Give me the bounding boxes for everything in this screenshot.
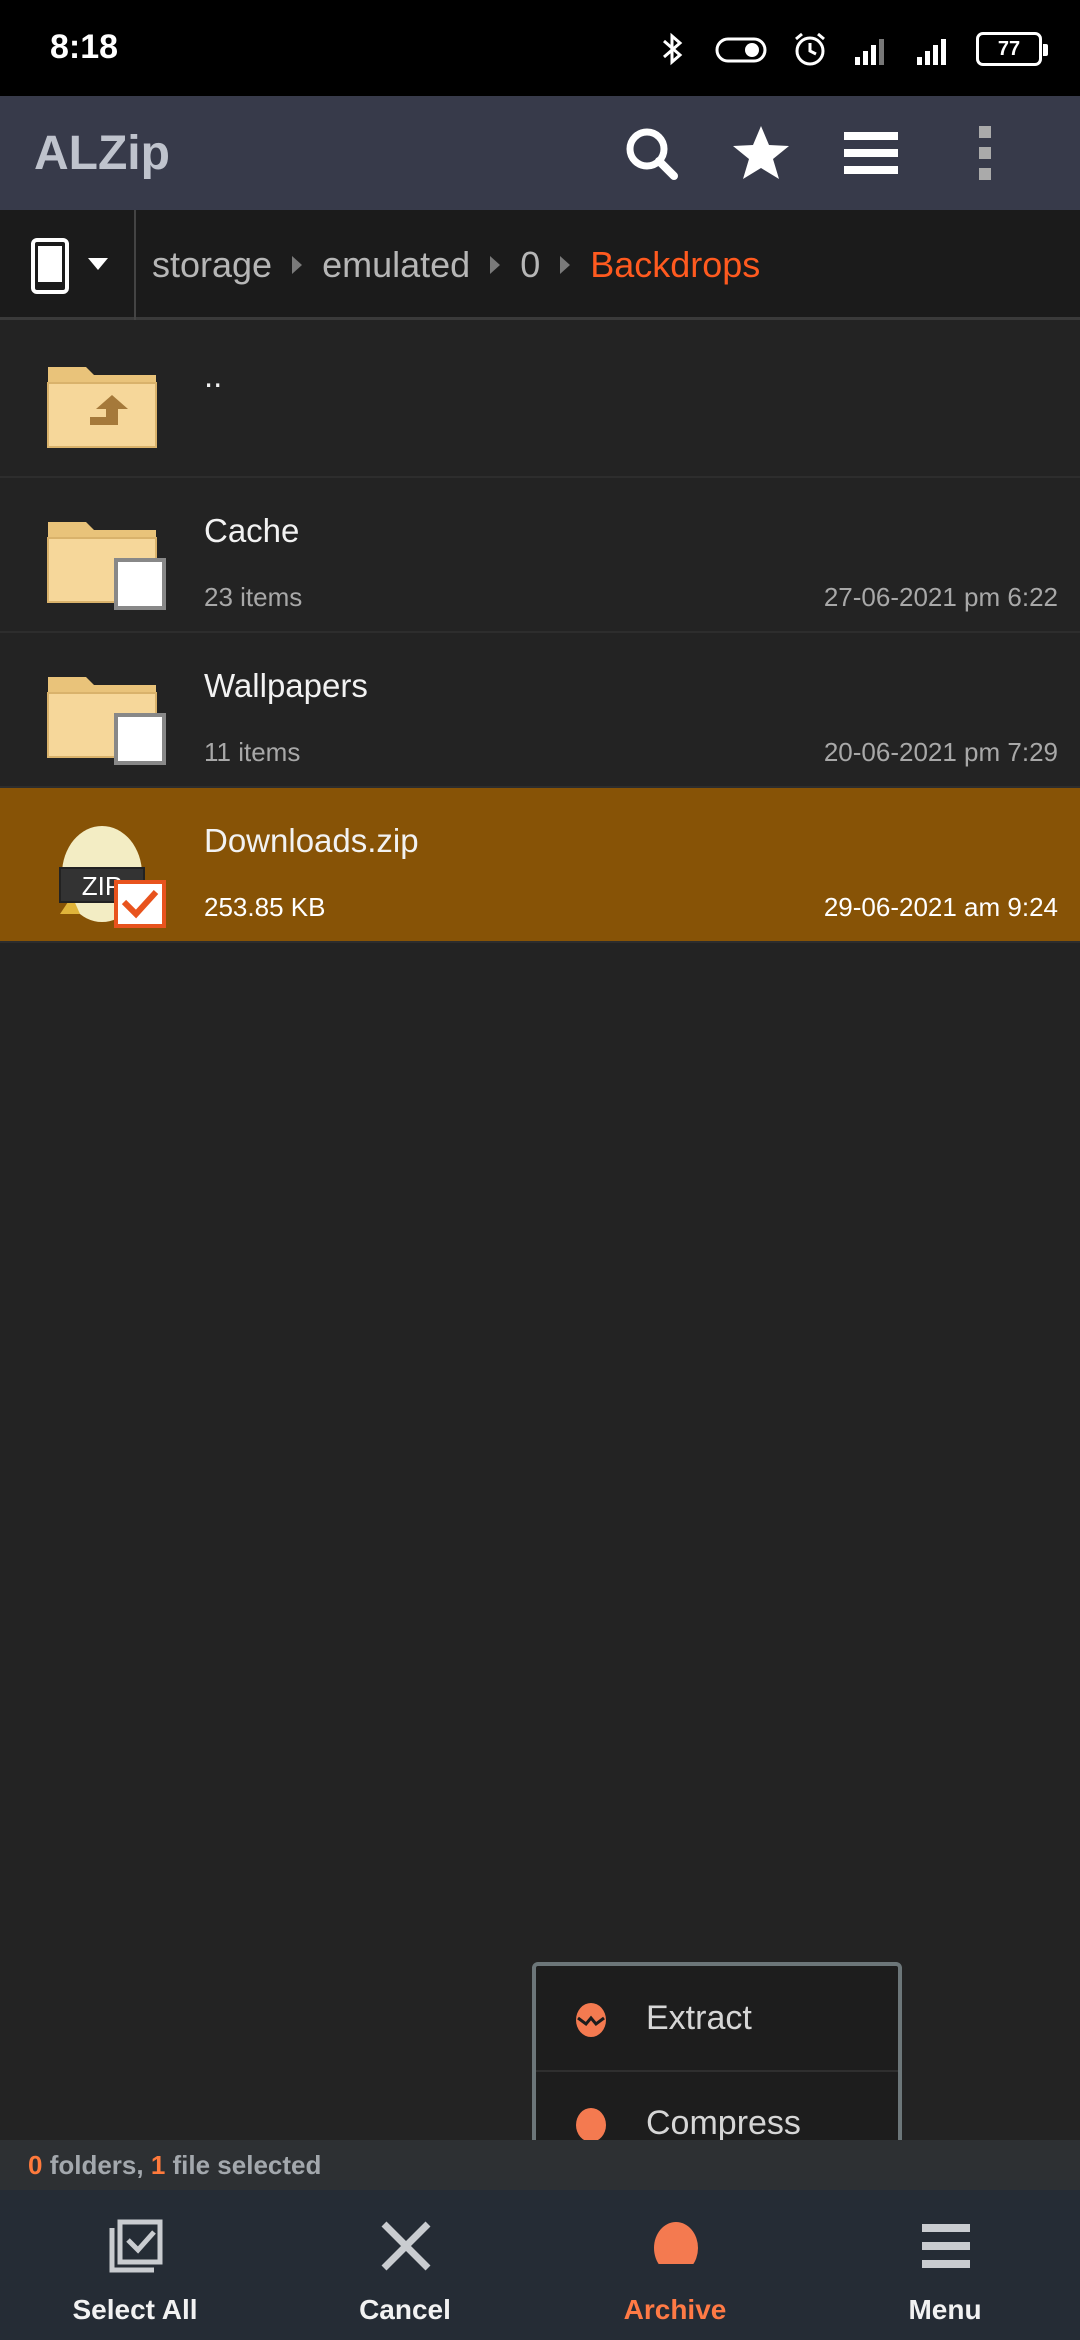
signal-icon	[855, 39, 884, 65]
search-icon[interactable]	[620, 122, 682, 184]
status-time: 8:18	[50, 28, 119, 66]
cancel-button[interactable]: Cancel	[270, 2190, 540, 2340]
list-item-cache[interactable]: Cache 23 items 27-06-2021 pm 6:22	[0, 478, 1080, 633]
archive-button[interactable]: Archive	[540, 2190, 810, 2340]
file-meta: 23 items	[204, 582, 303, 612]
files-text: file selected	[165, 2150, 322, 2180]
chevron-right-icon	[292, 256, 303, 274]
folder-count: 0	[28, 2150, 43, 2180]
list-item-parent[interactable]: ..	[0, 323, 1080, 478]
file-name: Downloads.zip	[204, 822, 419, 859]
file-count: 1	[150, 2150, 166, 2180]
menu-icon	[922, 2224, 970, 2268]
file-name: Cache	[204, 512, 300, 549]
menu-item-label: Compress	[646, 2103, 801, 2142]
parent-folder-icon	[47, 367, 157, 448]
signal-icon	[917, 39, 946, 65]
breadcrumb-emulated[interactable]: emulated	[322, 244, 470, 286]
breadcrumb-path: storage emulated 0 Backdrops	[152, 210, 760, 320]
toggle-icon	[715, 37, 767, 63]
select-all-button[interactable]: Select All	[0, 2190, 270, 2340]
list-icon[interactable]	[840, 122, 902, 184]
breadcrumb-storage[interactable]: storage	[152, 244, 272, 286]
phone-icon	[31, 238, 108, 294]
file-date: 27-06-2021 pm 6:22	[823, 582, 1058, 612]
nav-label: Select All	[72, 2294, 198, 2325]
close-icon	[381, 2221, 431, 2271]
file-name: Wallpapers	[204, 667, 368, 704]
nav-label: Archive	[623, 2294, 727, 2325]
compress-icon	[576, 2108, 606, 2142]
archive-icon	[654, 2222, 698, 2274]
app-title: ALZip	[34, 127, 170, 180]
more-vert-icon[interactable]	[970, 122, 1000, 184]
breadcrumb-0[interactable]: 0	[520, 244, 540, 286]
bottom-nav: Select All Cancel Archive Menu	[0, 2190, 1080, 2340]
list-item-wallpapers[interactable]: Wallpapers 11 items 20-06-2021 pm 7:29	[0, 633, 1080, 788]
select-all-icon	[109, 2219, 163, 2273]
file-name: ..	[204, 357, 223, 394]
menu-button[interactable]: Menu	[810, 2190, 1080, 2340]
chevron-right-icon	[560, 256, 571, 274]
file-date: 29-06-2021 am 9:24	[823, 892, 1058, 922]
folders-text: folders,	[42, 2150, 151, 2180]
nav-label: Menu	[908, 2294, 982, 2325]
alarm-icon	[795, 32, 825, 66]
menu-item-extract[interactable]: Extract	[536, 1966, 898, 2070]
selection-status: 0 folders, 1 file selected	[0, 2140, 1080, 2190]
star-icon[interactable]	[730, 122, 792, 184]
battery-level: 77	[997, 37, 1021, 60]
status-icons: 77	[652, 28, 1048, 70]
list-item-downloads-zip[interactable]: ZIP Downloads.zip 253.85 KB 29-06-2021 a…	[0, 788, 1080, 943]
nav-label: Cancel	[359, 2294, 451, 2325]
file-meta: 253.85 KB	[204, 892, 326, 922]
folder-icon	[47, 677, 166, 765]
folder-icon	[47, 522, 166, 610]
battery-icon: 77	[976, 32, 1048, 66]
bluetooth-icon	[663, 32, 683, 66]
chevron-right-icon	[490, 256, 501, 274]
menu-item-label: Extract	[646, 1998, 752, 2037]
breadcrumb: storage emulated 0 Backdrops	[0, 210, 1080, 320]
breadcrumb-backdrops[interactable]: Backdrops	[590, 244, 760, 286]
extract-icon	[576, 2003, 606, 2037]
status-bar: 8:18 77	[0, 0, 1080, 96]
storage-selector[interactable]	[0, 210, 136, 320]
app-bar: ALZip	[0, 96, 1080, 210]
file-date: 20-06-2021 pm 7:29	[823, 737, 1058, 767]
zip-egg-icon: ZIP	[59, 826, 166, 928]
file-meta: 11 items	[204, 737, 301, 767]
